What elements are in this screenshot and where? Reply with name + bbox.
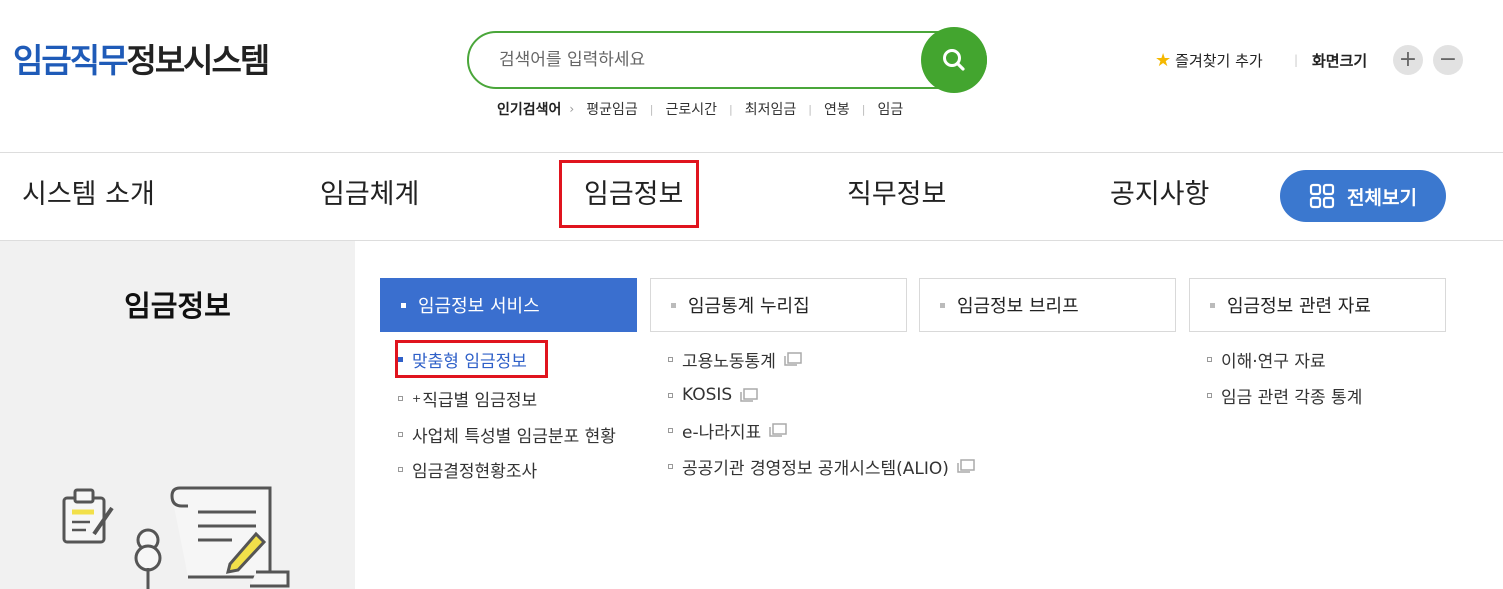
- divider: |: [649, 102, 654, 116]
- bullet-icon: [398, 431, 403, 437]
- view-all-button[interactable]: 전체보기: [1280, 170, 1446, 222]
- sub-item-labor-stats[interactable]: 고용노동통계: [668, 347, 802, 372]
- favorite-label: 즐겨찾기 추가: [1175, 51, 1263, 70]
- divider: |: [808, 102, 812, 116]
- bullet-icon: [940, 302, 945, 308]
- gnb-item-wage-system[interactable]: 임금체계: [320, 175, 419, 215]
- sub-item-label: 고용노동통계: [682, 351, 776, 372]
- logo-text-blue: 임금직무: [13, 41, 128, 80]
- tab-wage-related-materials[interactable]: 임금정보 관련 자료: [1189, 278, 1446, 332]
- bullet-icon: [401, 302, 406, 308]
- tab-wage-info-brief[interactable]: 임금정보 브리프: [919, 278, 1176, 332]
- zoom-label: 화면크기: [1312, 51, 1368, 70]
- divider: |: [1294, 53, 1299, 67]
- documents-illustration: [62, 486, 290, 589]
- chevron-right-icon: ›: [569, 102, 575, 116]
- search-input[interactable]: [499, 45, 899, 75]
- sub-item-e-nara-index[interactable]: e-나라지표: [668, 418, 787, 443]
- tab-label: 임금정보 관련 자료: [1227, 296, 1371, 317]
- site-logo[interactable]: 임금직무정보시스템: [13, 41, 270, 80]
- new-window-icon: [740, 388, 758, 402]
- highlight-box: [559, 160, 699, 228]
- plus-icon: +: [1398, 47, 1418, 72]
- sub-item-wage-statistics[interactable]: 임금 관련 각종 통계: [1207, 383, 1363, 408]
- popular-keywords: 인기검색어 › 평균임금 | 근로시간 | 최저임금 | 연봉 | 임금: [497, 98, 903, 120]
- view-all-label: 전체보기: [1347, 186, 1417, 209]
- bullet-icon: [671, 302, 676, 308]
- new-window-icon: [784, 352, 802, 366]
- tab-wage-info-service[interactable]: 임금정보 서비스: [380, 278, 637, 332]
- bullet-icon: [668, 392, 673, 398]
- gnb-item-notice[interactable]: 공지사항: [1110, 175, 1209, 215]
- sub-item-label: KOSIS: [682, 385, 733, 405]
- tab-label: 임금정보 서비스: [418, 296, 540, 317]
- plus-prefix: +: [412, 391, 422, 405]
- bullet-icon: [1207, 392, 1212, 398]
- sub-item-label: e-나라지표: [682, 422, 762, 443]
- minus-icon: −: [1438, 47, 1458, 72]
- highlight-box: [395, 340, 548, 378]
- search-button[interactable]: [921, 27, 987, 93]
- popular-keyword[interactable]: 연봉: [824, 99, 850, 119]
- grid-icon: [1309, 183, 1335, 209]
- popular-keyword[interactable]: 근로시간: [665, 99, 717, 119]
- sub-item-wage-decision-survey[interactable]: 임금결정현황조사: [398, 457, 538, 482]
- add-favorite-link[interactable]: ★ 즐겨찾기 추가: [1155, 45, 1263, 75]
- popular-keyword[interactable]: 최저임금: [745, 99, 797, 119]
- sub-item-label: 이해·연구 자료: [1221, 351, 1326, 372]
- bullet-icon: [1210, 302, 1215, 308]
- bullet-icon: [1207, 356, 1212, 362]
- sub-item-research-materials[interactable]: 이해·연구 자료: [1207, 347, 1326, 372]
- divider: |: [861, 102, 866, 116]
- zoom-out-button[interactable]: −: [1433, 45, 1463, 75]
- search-icon: [943, 49, 965, 71]
- new-window-icon: [957, 459, 975, 473]
- sub-item-alio[interactable]: 공공기관 경영정보 공개시스템(ALIO): [668, 454, 975, 479]
- popular-keyword[interactable]: 임금: [877, 99, 903, 119]
- tab-label: 임금정보 브리프: [957, 296, 1079, 317]
- sub-item-label: 공공기관 경영정보 공개시스템(ALIO): [682, 458, 949, 479]
- sub-item-wage-distribution[interactable]: 사업체 특성별 임금분포 현황: [398, 422, 616, 447]
- divider: |: [729, 102, 733, 116]
- gnb-item-system-intro[interactable]: 시스템 소개: [22, 175, 155, 215]
- gnb-item-job-info[interactable]: 직무정보: [847, 175, 946, 215]
- logo-text-dark: 정보시스템: [126, 41, 270, 80]
- star-icon: ★: [1155, 49, 1172, 71]
- new-window-icon: [769, 423, 787, 437]
- bullet-icon: [668, 356, 673, 362]
- tab-label: 임금통계 누리집: [688, 296, 810, 317]
- side-title: 임금정보: [124, 289, 231, 323]
- sub-item-kosis[interactable]: KOSIS: [668, 383, 758, 407]
- bullet-icon: [398, 395, 403, 401]
- popular-label: 인기검색어: [497, 102, 562, 118]
- sub-item-label: 사업체 특성별 임금분포 현황: [412, 426, 616, 447]
- sub-item-label: 임금결정현황조사: [412, 461, 538, 482]
- zoom-in-button[interactable]: +: [1393, 45, 1423, 75]
- divider: [0, 152, 1503, 153]
- bullet-icon: [398, 466, 403, 472]
- search-box: [467, 31, 987, 89]
- sub-item-rank-wage-info[interactable]: + 직급별 임금정보: [398, 386, 538, 411]
- bullet-icon: [668, 463, 673, 469]
- sub-item-label: 직급별 임금정보: [422, 390, 538, 411]
- bullet-icon: [668, 427, 673, 433]
- sub-item-label: 임금 관련 각종 통계: [1221, 387, 1363, 408]
- popular-keyword[interactable]: 평균임금: [586, 99, 638, 119]
- tab-wage-stats-portal[interactable]: 임금통계 누리집: [650, 278, 907, 332]
